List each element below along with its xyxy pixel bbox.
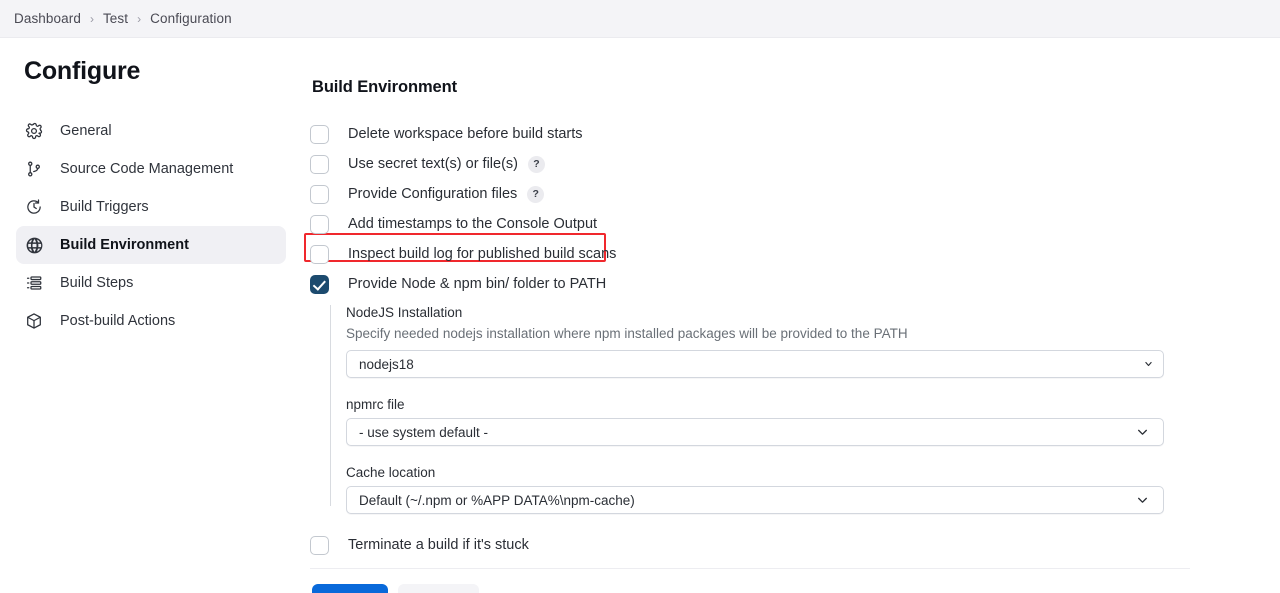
sidebar-item-label: Post-build Actions	[60, 313, 176, 329]
cache-location-value: Default (~/.npm or %APP DATA%\npm-cache)	[359, 492, 635, 508]
git-branch-icon	[24, 159, 44, 179]
sidebar-item-label: Build Triggers	[60, 199, 149, 215]
gear-icon	[24, 121, 44, 141]
sidebar-item-post-build-actions[interactable]: Post-build Actions	[16, 302, 286, 340]
chevron-down-icon	[1136, 426, 1149, 439]
sidebar-item-label: Build Steps	[60, 275, 134, 291]
option-label[interactable]: Provide Node & npm bin/ folder to PATH	[348, 276, 606, 292]
stopwatch-icon	[24, 197, 44, 217]
globe-icon	[24, 235, 44, 255]
apply-button[interactable]: Apply	[397, 584, 480, 593]
option-row-terminate-build[interactable]: Terminate a build if it's stuck	[310, 530, 1280, 560]
sidebar-item-label: General	[60, 123, 112, 139]
breadcrumb-item-test[interactable]: Test	[103, 11, 128, 26]
option-row-provide-configuration-files[interactable]: Provide Configuration files ?	[310, 179, 1280, 209]
npmrc-file-label: npmrc file	[346, 397, 405, 412]
option-row-delete-workspace[interactable]: Delete workspace before build starts	[310, 119, 1280, 149]
nodejs-installation-description: Specify needed nodejs installation where…	[346, 326, 908, 341]
sidebar-item-source-code-management[interactable]: Source Code Management	[16, 150, 286, 188]
option-row-add-timestamps[interactable]: Add timestamps to the Console Output	[310, 209, 1280, 239]
option-label[interactable]: Inspect build log for published build sc…	[348, 246, 616, 262]
option-row-inspect-build-log[interactable]: Inspect build log for published build sc…	[310, 239, 1280, 269]
cache-location-select[interactable]: Default (~/.npm or %APP DATA%\npm-cache)	[346, 486, 1164, 514]
nodejs-installation-value: nodejs18	[359, 356, 414, 372]
option-label[interactable]: Delete workspace before build starts	[348, 126, 583, 142]
section-title: Build Environment	[312, 78, 457, 96]
option-label[interactable]: Provide Configuration files	[348, 186, 517, 202]
checkbox-use-secret-texts[interactable]	[310, 154, 329, 174]
sidebar-item-build-triggers[interactable]: Build Triggers	[16, 188, 286, 226]
npmrc-file-value: - use system default -	[359, 424, 489, 440]
checkbox-terminate-build[interactable]	[310, 535, 329, 555]
breadcrumb-item-dashboard[interactable]: Dashboard	[14, 11, 81, 26]
nodejs-settings-group: NodeJS Installation Specify needed nodej…	[330, 305, 1280, 514]
divider	[310, 568, 1190, 569]
nodejs-installation-select[interactable]: nodejs18	[346, 350, 1164, 378]
sidebar-item-general[interactable]: General	[16, 112, 286, 150]
page-title: Configure	[24, 57, 141, 85]
option-row-use-secret-texts[interactable]: Use secret text(s) or file(s) ?	[310, 149, 1280, 179]
sidebar-nav: General Source Code Management Build Tri…	[0, 112, 300, 340]
checkbox-delete-workspace[interactable]	[310, 124, 329, 144]
sidebar: Configure General Source Code Management…	[0, 38, 300, 593]
checkbox-provide-node-npm-path[interactable]	[310, 274, 329, 294]
option-label[interactable]: Add timestamps to the Console Output	[348, 216, 597, 232]
tree-guide-line	[330, 305, 331, 506]
checkbox-provide-configuration-files[interactable]	[310, 184, 329, 204]
breadcrumb-separator-icon: ›	[89, 11, 94, 26]
sidebar-item-build-steps[interactable]: Build Steps	[16, 264, 286, 302]
checkbox-inspect-build-log[interactable]	[310, 244, 329, 264]
help-icon[interactable]: ?	[528, 155, 545, 173]
main-content: Build Environment Delete workspace befor…	[300, 38, 1280, 593]
breadcrumb-item-configuration[interactable]: Configuration	[150, 11, 232, 26]
npmrc-file-select[interactable]: - use system default -	[346, 418, 1164, 446]
sidebar-item-build-environment[interactable]: Build Environment	[16, 226, 286, 264]
breadcrumb-separator-icon: ›	[137, 11, 142, 26]
page-body: Configure General Source Code Management…	[0, 38, 1280, 593]
option-label[interactable]: Terminate a build if it's stuck	[348, 537, 529, 553]
sidebar-item-label: Build Environment	[60, 237, 189, 253]
nodejs-installation-label: NodeJS Installation	[346, 305, 463, 320]
help-icon[interactable]: ?	[527, 185, 545, 203]
option-row-provide-node-npm-path[interactable]: Provide Node & npm bin/ folder to PATH	[310, 269, 1280, 299]
breadcrumb: Dashboard › Test › Configuration	[0, 0, 1280, 38]
option-label[interactable]: Use secret text(s) or file(s)	[348, 156, 518, 172]
chevron-down-icon	[1144, 360, 1153, 369]
sidebar-item-label: Source Code Management	[60, 161, 234, 177]
package-icon	[24, 311, 44, 331]
checkbox-add-timestamps[interactable]	[310, 214, 329, 234]
cache-location-label: Cache location	[346, 465, 436, 480]
list-icon	[24, 273, 44, 293]
form-actions: Save Apply	[310, 584, 1280, 593]
save-button[interactable]: Save	[312, 584, 388, 593]
chevron-down-icon	[1136, 494, 1149, 507]
